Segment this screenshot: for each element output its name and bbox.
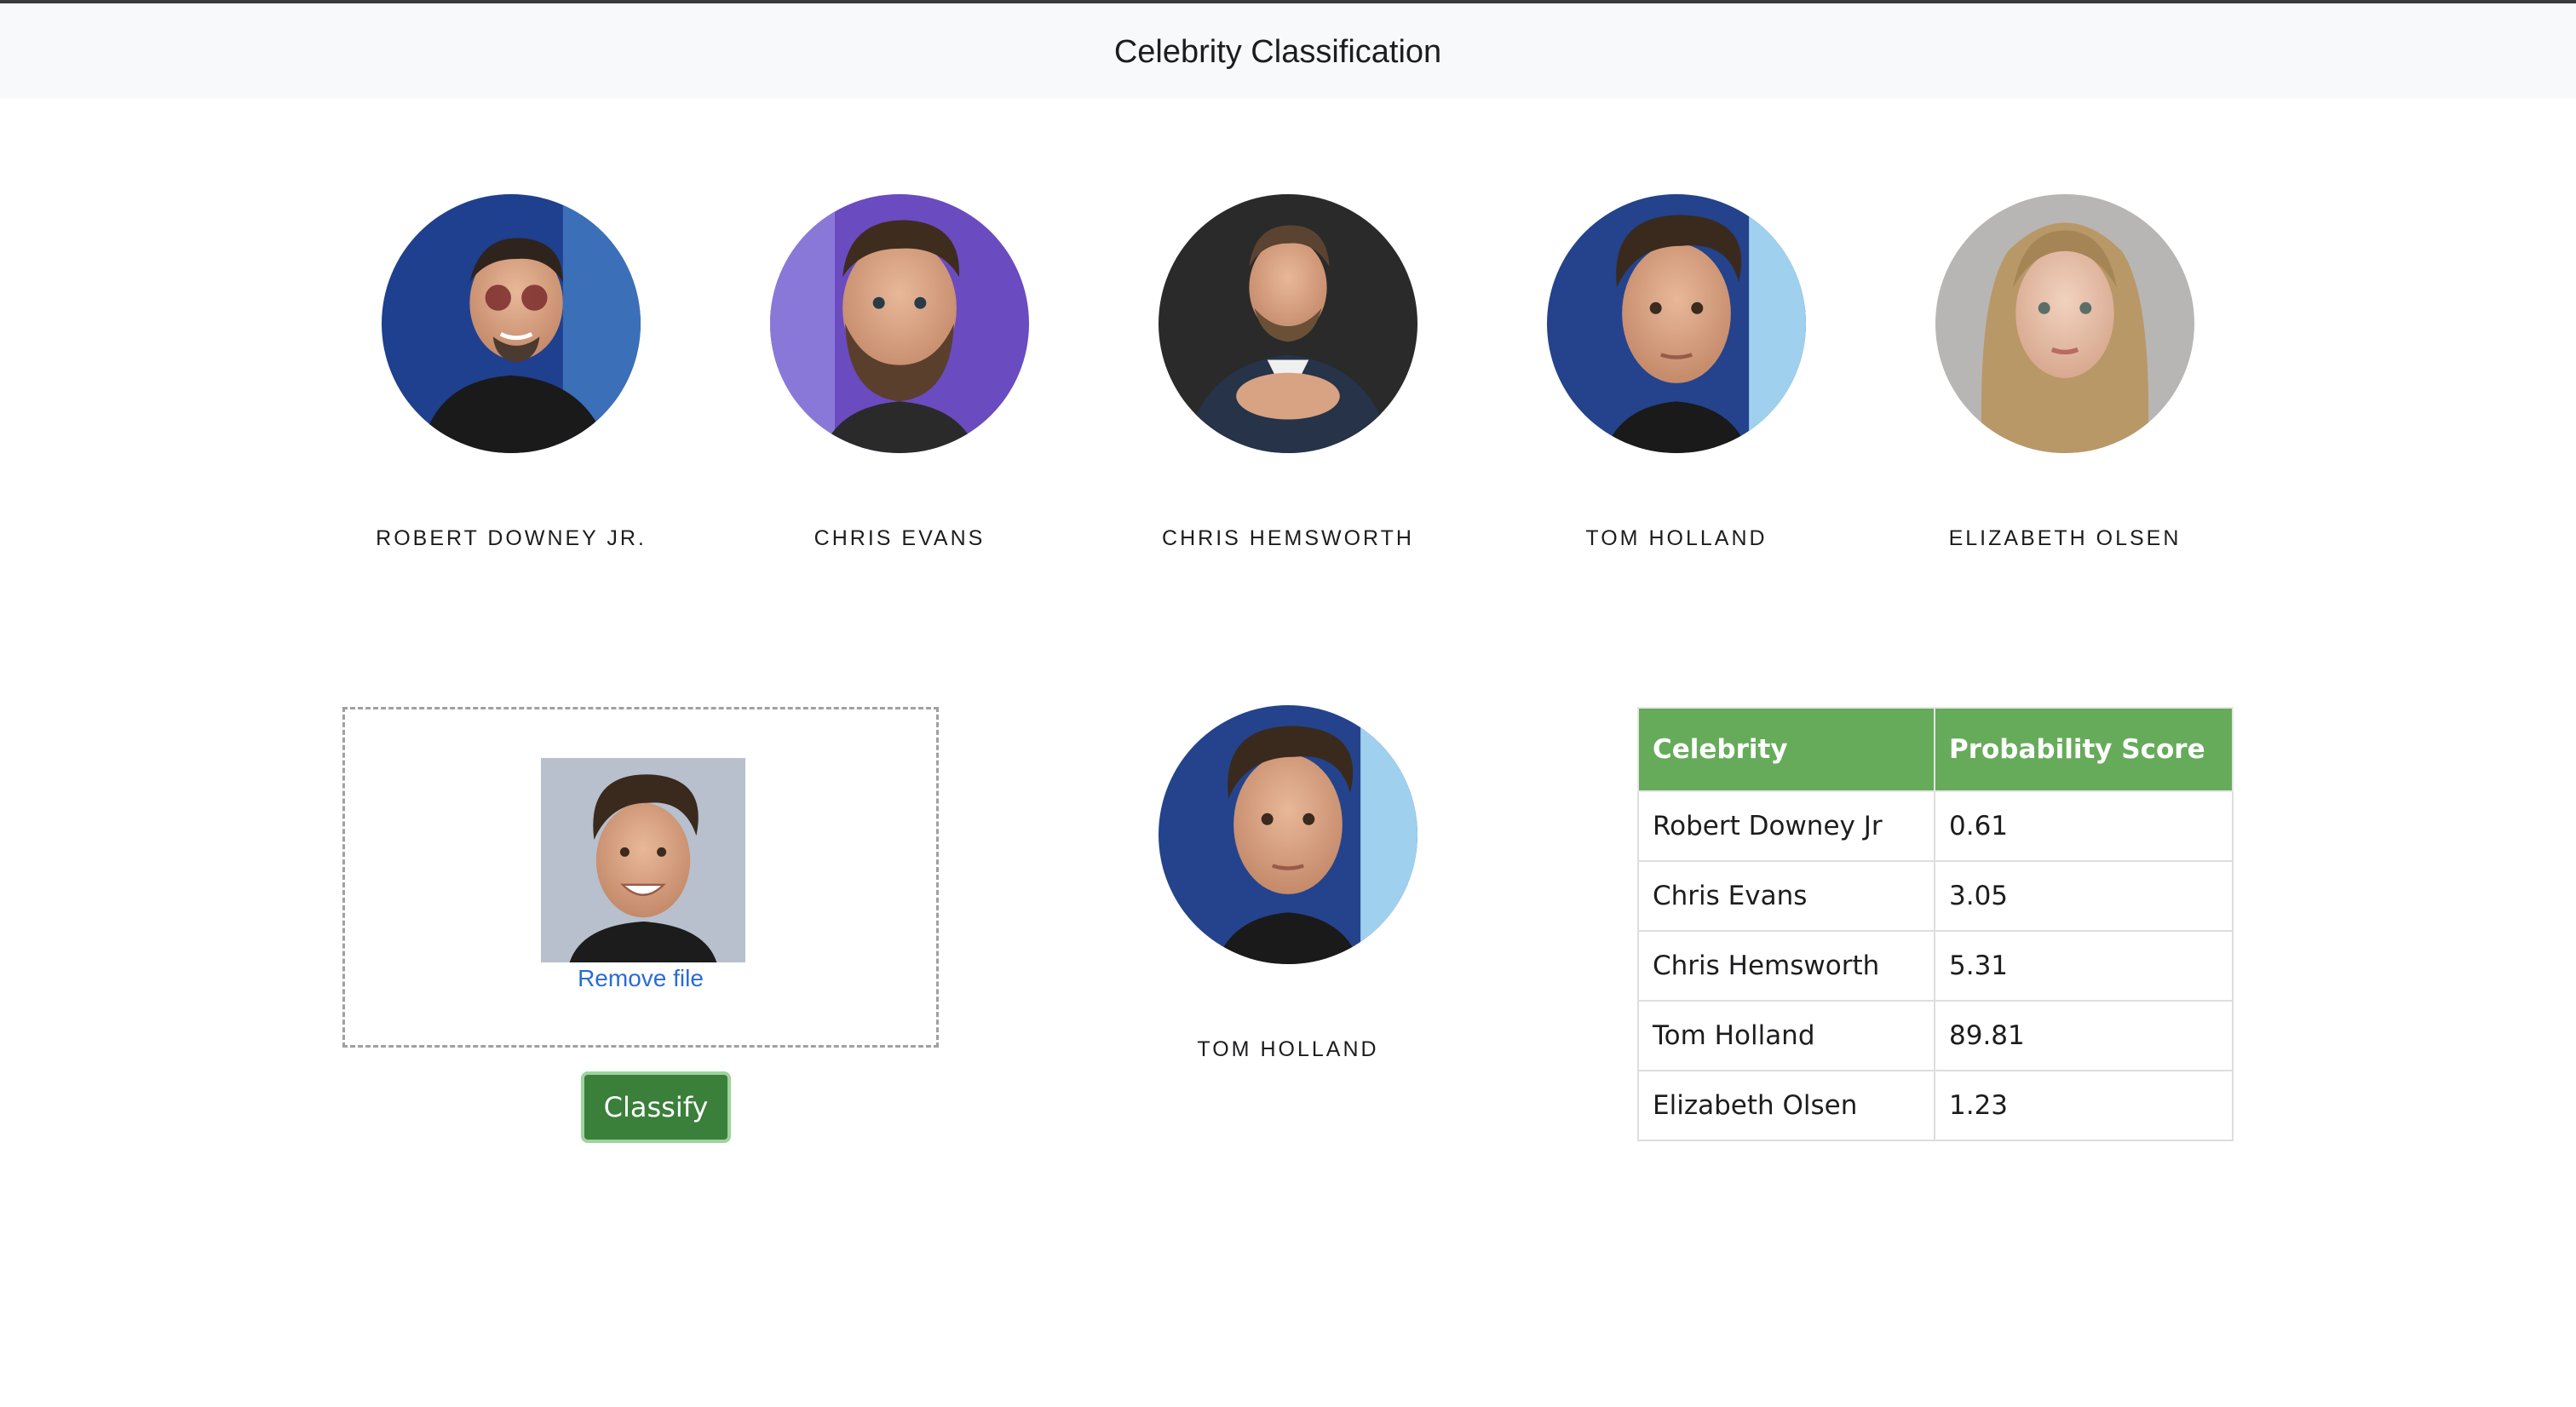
result-card: TOM HOLLAND xyxy=(1094,705,1482,1080)
table-header-row: Celebrity Probability Score xyxy=(1637,707,2234,792)
score-cell: 3.05 xyxy=(1934,860,2234,932)
celebrity-cell: Chris Evans xyxy=(1637,860,1935,932)
table-row: Chris Evans 3.05 xyxy=(1637,860,2234,932)
score-cell: 0.61 xyxy=(1934,790,2234,862)
avatar xyxy=(382,194,641,453)
avatar xyxy=(1935,194,2194,453)
celebrity-cell: Tom Holland xyxy=(1637,1000,1935,1071)
column-header-celebrity: Celebrity xyxy=(1637,707,1935,792)
celebrity-card-chris-hemsworth: CHRIS HEMSWORTH xyxy=(1094,194,1482,569)
celebrity-name: ROBERT DOWNEY JR. xyxy=(376,526,647,550)
celebrity-cell: Chris Hemsworth xyxy=(1637,930,1935,1002)
score-cell: 89.81 xyxy=(1934,1000,2234,1071)
avatar xyxy=(1159,194,1417,453)
score-cell: 5.31 xyxy=(1934,930,2234,1002)
avatar xyxy=(1159,705,1417,964)
celebrity-name: CHRIS EVANS xyxy=(814,526,986,550)
table-row: Tom Holland 89.81 xyxy=(1637,1000,2234,1071)
avatar xyxy=(1547,194,1806,453)
table-row: Elizabeth Olsen 1.23 xyxy=(1637,1070,2234,1141)
uploaded-image-thumbnail xyxy=(541,758,745,962)
avatar xyxy=(770,194,1029,453)
celebrity-name: ELIZABETH OLSEN xyxy=(1948,526,2182,550)
celebrity-card-tom-holland: TOM HOLLAND xyxy=(1482,194,1871,569)
column-header-probability-score: Probability Score xyxy=(1934,707,2234,792)
table-row: Chris Hemsworth 5.31 xyxy=(1637,930,2234,1002)
remove-file-link[interactable]: Remove file xyxy=(345,965,936,992)
score-cell: 1.23 xyxy=(1934,1070,2234,1141)
classify-button[interactable]: Classify xyxy=(581,1071,731,1143)
celebrity-cell: Robert Downey Jr xyxy=(1637,790,1935,862)
celebrity-cell: Elizabeth Olsen xyxy=(1637,1070,1935,1141)
result-name: TOM HOLLAND xyxy=(1197,1037,1379,1061)
celebrity-name: TOM HOLLAND xyxy=(1585,526,1768,550)
table-row: Robert Downey Jr 0.61 xyxy=(1637,790,2234,862)
celebrity-card-robert-downey-jr: ROBERT DOWNEY JR. xyxy=(317,194,705,569)
top-navbar: Celebrity Classification xyxy=(0,0,2576,98)
celebrity-card-elizabeth-olsen: ELIZABETH OLSEN xyxy=(1871,194,2259,569)
page-title: Celebrity Classification xyxy=(1113,34,1442,70)
celebrity-name: CHRIS HEMSWORTH xyxy=(1162,526,1414,550)
celebrity-card-chris-evans: CHRIS EVANS xyxy=(705,194,1094,569)
probability-table: Celebrity Probability Score Robert Downe… xyxy=(1637,707,2234,1141)
file-dropzone[interactable]: Remove file xyxy=(342,707,939,1048)
